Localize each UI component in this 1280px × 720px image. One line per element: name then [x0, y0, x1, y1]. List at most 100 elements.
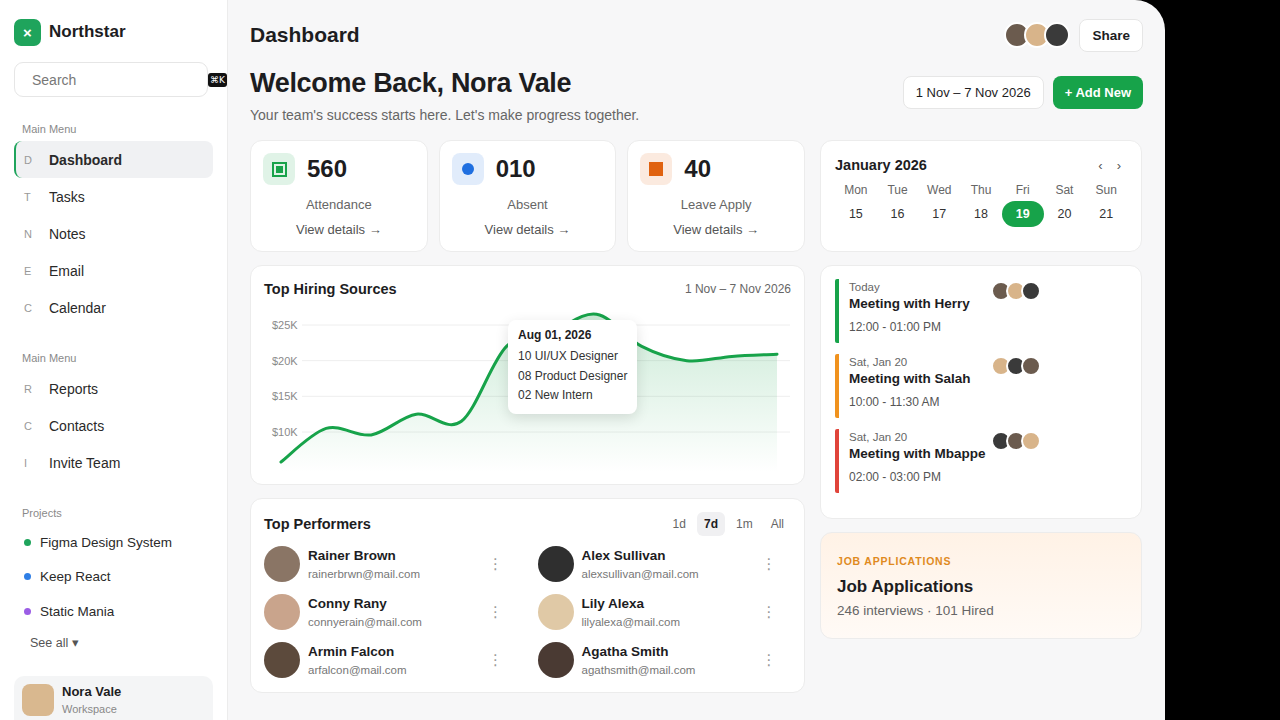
welcome: Welcome Back, Nora Vale Your team's succ… — [250, 68, 1143, 123]
event-date: Today — [849, 281, 989, 293]
section-title: Main Menu — [22, 352, 227, 364]
performers-list: Rainer Brown rainerbrwn@mail.com ⋮ Conny… — [264, 540, 791, 684]
job-applications-card[interactable]: JOB APPLICATIONS Job Applications 246 in… — [820, 532, 1142, 639]
add-new-button[interactable]: + Add New — [1053, 76, 1143, 109]
calendar-day[interactable]: 19 — [1002, 201, 1044, 227]
range-tab[interactable]: All — [764, 512, 791, 536]
team-avatars — [1010, 22, 1070, 48]
more-icon[interactable]: ⋮ — [761, 555, 777, 573]
chart-point — [461, 421, 462, 422]
project-item[interactable]: Keep React — [14, 560, 227, 595]
more-icon[interactable]: ⋮ — [761, 651, 777, 669]
section-title: Main Menu — [22, 123, 227, 135]
tooltip-line: 02 New Intern — [518, 386, 627, 406]
search-placeholder: Search — [32, 72, 76, 88]
sidebar-item[interactable]: N Notes — [14, 215, 213, 252]
event-attendees — [991, 281, 1041, 339]
calendar-day[interactable]: 16 — [877, 201, 919, 227]
stat-card: 560 Attendance View details → — [250, 140, 428, 252]
calendar-day[interactable]: 15 — [835, 201, 877, 227]
range-tab[interactable]: 1d — [666, 512, 693, 536]
more-icon[interactable]: ⋮ — [488, 651, 504, 669]
performer-row[interactable]: Lily Alexa lilyalexa@mail.com ⋮ — [538, 588, 792, 636]
hiring-chart-card: Top Hiring Sources 1 Nov – 7 Nov 2026 $2… — [250, 265, 805, 485]
stat-icon — [263, 153, 295, 185]
search-row: Search ⌘K — [14, 62, 227, 97]
share-button[interactable]: Share — [1079, 19, 1143, 52]
stat-card: 010 Absent View details → — [439, 140, 617, 252]
logo[interactable]: × Northstar — [14, 18, 227, 46]
performer-row[interactable]: Conny Rany connyerain@mail.com ⋮ — [264, 588, 518, 636]
page-title: Dashboard — [250, 23, 360, 47]
welcome-subtitle: Your team's success starts here. Let's m… — [250, 107, 639, 123]
stat-icon — [640, 153, 672, 185]
sidebar-item[interactable]: C Calendar — [14, 289, 213, 326]
performer-row[interactable]: Rainer Brown rainerbrwn@mail.com ⋮ — [264, 540, 518, 588]
view-details-link[interactable]: View details → — [640, 222, 792, 237]
chart-point — [777, 354, 778, 355]
chart-point — [641, 346, 642, 347]
sidebar-item[interactable]: I Invite Team — [14, 444, 213, 481]
nav-label: Contacts — [49, 418, 104, 434]
project-label: Keep React — [40, 569, 111, 584]
performer-row[interactable]: Alex Sullivan alexsullivan@mail.com ⋮ — [538, 540, 792, 588]
y-tick: $20K — [272, 355, 298, 367]
user-card[interactable]: Nora Vale Workspace — [14, 676, 213, 720]
event-title: Meeting with Herry — [849, 296, 989, 311]
view-details-link[interactable]: View details → — [452, 222, 604, 237]
calendar-day[interactable]: 21 — [1085, 201, 1127, 227]
performer-avatar — [264, 546, 300, 582]
performer-avatar — [538, 546, 574, 582]
app-window: × Northstar Search ⌘K Main Menu D Dashbo… — [0, 0, 1165, 720]
project-label: Static Mania — [40, 604, 114, 619]
chart-point — [281, 461, 282, 462]
project-item[interactable]: Figma Design System — [14, 525, 227, 560]
avatar — [1021, 281, 1041, 301]
stat-icon — [452, 153, 484, 185]
welcome-title: Welcome Back, Nora Vale — [250, 68, 639, 99]
more-icon[interactable]: ⋮ — [488, 603, 504, 621]
performer-avatar — [538, 642, 574, 678]
chart-area — [281, 314, 777, 472]
user-role: Workspace — [62, 703, 121, 715]
event-item[interactable]: Sat, Jan 20 Meeting with Mbappe 02:00 - … — [835, 429, 1127, 493]
sidebar-item[interactable]: E Email — [14, 252, 213, 289]
calendar-day[interactable]: 20 — [1044, 201, 1086, 227]
chart-range: 1 Nov – 7 Nov 2026 — [685, 282, 791, 296]
sidebar-item[interactable]: D Dashboard — [14, 141, 213, 178]
performer-row[interactable]: Agatha Smith agathsmith@mail.com ⋮ — [538, 636, 792, 684]
more-icon[interactable]: ⋮ — [488, 555, 504, 573]
performer-name: Armin Falcon — [308, 644, 480, 659]
project-item[interactable]: Static Mania — [14, 594, 227, 629]
user-avatar — [22, 684, 54, 716]
nav-letter-icon: I — [24, 457, 49, 469]
calendar-card: January 2026 ‹ › MonTueWedThuFriSatSun 1… — [820, 140, 1142, 252]
calendar-day[interactable]: 17 — [918, 201, 960, 227]
see-all-button[interactable]: See all ▾ — [14, 635, 227, 650]
date-range-button[interactable]: 1 Nov – 7 Nov 2026 — [903, 76, 1044, 109]
chart-point — [686, 360, 687, 361]
more-icon[interactable]: ⋮ — [761, 603, 777, 621]
range-tab[interactable]: 7d — [697, 512, 725, 536]
performer-name: Conny Rany — [308, 596, 480, 611]
sidebar-item[interactable]: T Tasks — [14, 178, 213, 215]
range-tab[interactable]: 1m — [729, 512, 760, 536]
jobs-title: Job Applications — [837, 577, 1125, 597]
nav-label: Reports — [49, 381, 98, 397]
prev-month-icon[interactable]: ‹ — [1098, 158, 1102, 173]
search-field[interactable]: Search — [14, 62, 208, 97]
calendar-day[interactable]: 18 — [960, 201, 1002, 227]
performer-name: Agatha Smith — [582, 644, 754, 659]
event-item[interactable]: Today Meeting with Herry 12:00 - 01:00 P… — [835, 279, 1127, 343]
performer-row[interactable]: Armin Falcon arfalcon@mail.com ⋮ — [264, 636, 518, 684]
performer-email: arfalcon@mail.com — [308, 664, 480, 676]
sidebar-item[interactable]: R Reports — [14, 370, 213, 407]
sidebar-item[interactable]: C Contacts — [14, 407, 213, 444]
view-details-link[interactable]: View details → — [263, 222, 415, 237]
weekday: Mon — [835, 183, 877, 197]
performer-email: rainerbrwn@mail.com — [308, 568, 480, 580]
performer-name: Rainer Brown — [308, 548, 480, 563]
event-time: 02:00 - 03:00 PM — [849, 470, 989, 484]
next-month-icon[interactable]: › — [1117, 158, 1121, 173]
event-item[interactable]: Sat, Jan 20 Meeting with Salah 10:00 - 1… — [835, 354, 1127, 418]
